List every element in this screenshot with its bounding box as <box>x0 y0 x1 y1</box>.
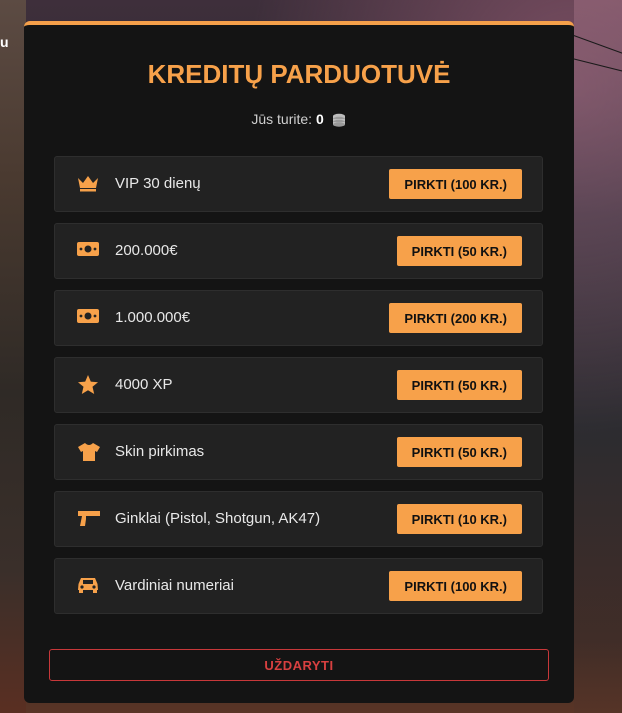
buy-button[interactable]: PIRKTI (50 KR.) <box>396 437 522 467</box>
money-icon <box>77 241 99 261</box>
item-label: VIP 30 dienų <box>115 175 201 192</box>
buy-button[interactable]: PIRKTI (200 KR.) <box>389 303 522 333</box>
background-text: u <box>0 34 9 50</box>
list-item: Skin pirkimas PIRKTI (50 KR.) <box>54 424 543 480</box>
star-icon <box>77 375 99 395</box>
balance-value: 0 <box>315 111 324 127</box>
buy-button[interactable]: PIRKTI (50 KR.) <box>396 236 522 266</box>
balance: Jūs turite: 0 <box>24 111 574 130</box>
list-item: 4000 XP PIRKTI (50 KR.) <box>54 357 543 413</box>
item-label: 200.000€ <box>115 242 178 259</box>
balance-label: Jūs turite: <box>251 111 313 127</box>
buy-button[interactable]: PIRKTI (100 KR.) <box>389 169 522 199</box>
item-label: 4000 XP <box>115 376 173 393</box>
money-icon <box>77 308 99 328</box>
list-item: 200.000€ PIRKTI (50 KR.) <box>54 223 543 279</box>
coins-icon <box>331 113 347 130</box>
buy-button[interactable]: PIRKTI (100 KR.) <box>389 571 522 601</box>
list-item: VIP 30 dienų PIRKTI (100 KR.) <box>54 156 543 212</box>
buy-button[interactable]: PIRKTI (10 KR.) <box>396 504 522 534</box>
credit-shop-modal: KREDITŲ PARDUOTUVĖ Jūs turite: 0 VIP 30 … <box>24 21 574 703</box>
item-label: Skin pirkimas <box>115 443 205 460</box>
item-label: Vardiniai numeriai <box>115 577 234 594</box>
list-item: 1.000.000€ PIRKTI (200 KR.) <box>54 290 543 346</box>
background-sky <box>574 0 622 713</box>
car-icon <box>77 576 99 596</box>
close-button[interactable]: UŽDARYTI <box>49 649 549 681</box>
background-building <box>0 0 26 713</box>
buy-button[interactable]: PIRKTI (50 KR.) <box>396 370 522 400</box>
gun-icon <box>77 509 100 529</box>
item-label: Ginklai (Pistol, Shotgun, AK47) <box>115 510 321 527</box>
item-label: 1.000.000€ <box>115 309 191 326</box>
shirt-icon <box>77 442 100 462</box>
crown-icon <box>77 174 99 194</box>
list-item: Ginklai (Pistol, Shotgun, AK47) PIRKTI (… <box>54 491 543 547</box>
page-title: KREDITŲ PARDUOTUVĖ <box>147 59 451 89</box>
list-item: Vardiniai numeriai PIRKTI (100 KR.) <box>54 558 543 614</box>
